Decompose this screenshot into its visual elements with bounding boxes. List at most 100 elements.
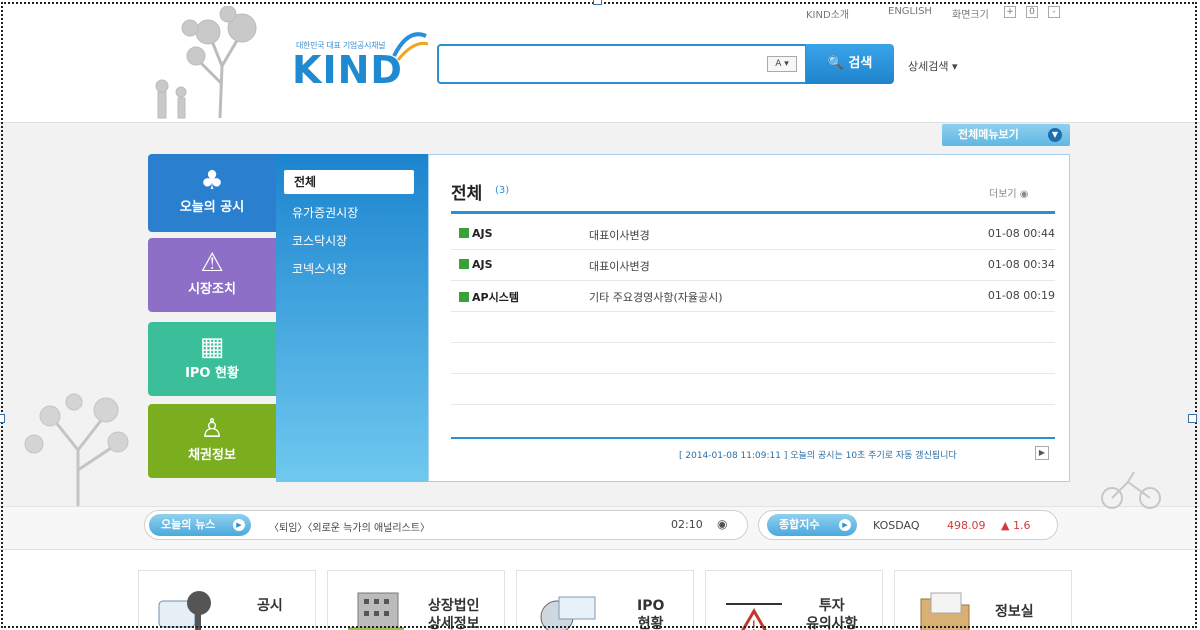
card-investment-caution[interactable]: ! 투자 유의사항 (705, 570, 883, 630)
card-label: 상장법인 상세정보 (428, 598, 480, 630)
submenu-item-all[interactable]: 전체 (284, 170, 414, 194)
selection-handle[interactable] (593, 0, 602, 5)
market-badge-icon (459, 292, 469, 302)
kind-intro-link[interactable]: KIND소개 (806, 6, 849, 21)
index-change: ▲ 1.6 (1001, 519, 1031, 532)
disclosure-time: 01-08 00:44 (987, 227, 1055, 240)
news-label: 오늘의 뉴스 (161, 518, 216, 531)
today-news-button[interactable]: 오늘의 뉴스 ▶ (149, 514, 251, 536)
panel-footer-divider (451, 437, 1055, 439)
table-row[interactable]: AJS 대표이사변경 01-08 00:34 (451, 250, 1055, 281)
tile-label: 채권정보 (188, 448, 236, 463)
auto-refresh-note: [ 2014-01-08 11:09:11 ] 오늘의 공시는 10초 주기로 … (679, 451, 957, 461)
building-icon (348, 592, 404, 630)
refresh-icon[interactable]: ◉ (717, 517, 727, 531)
tree-illustration (155, 6, 257, 119)
kind-logo[interactable]: KIND (292, 48, 403, 92)
empty-row (451, 343, 1055, 374)
card-label: 투자 유의사항 (806, 598, 858, 630)
disclosure-panel: 전체 (3) 더보기 ◉ AJS 대표이사변경 01-08 00:44 AJS … (428, 154, 1070, 482)
bicycle-illustration (1101, 471, 1161, 509)
index-label: 종합지수 (779, 518, 820, 531)
tile-label: 시장조치 (188, 282, 236, 297)
warning-icon: ! (726, 603, 782, 630)
tree-illustration (24, 393, 129, 506)
selection-handle[interactable] (0, 414, 5, 423)
zoom-in-icon[interactable]: + (1004, 6, 1016, 18)
circle-arrow-icon: ◉ (1019, 189, 1029, 200)
play-icon[interactable]: ▶ (1035, 446, 1049, 460)
zoom-out-icon[interactable]: - (1048, 6, 1060, 18)
market-badge-icon (459, 228, 469, 238)
keyboard-toggle[interactable]: A ▾ (767, 56, 797, 72)
stamp-icon: ♙ (200, 414, 224, 444)
search-button[interactable]: 🔍 검색 (806, 44, 894, 84)
tile-today-disclosure[interactable]: ♣ 오늘의 공시 (148, 154, 276, 232)
news-headline[interactable]: 〈퇴임〉〈외로운 늑가의 애널리스트〉 (269, 519, 430, 534)
card-ipo-status[interactable]: IPO 현황 (516, 570, 694, 630)
card-label: IPO 현황 (637, 598, 665, 630)
selection-handle[interactable] (1188, 414, 1197, 423)
more-label: 더보기 (989, 189, 1017, 200)
index-value: 498.09 (947, 519, 986, 532)
advanced-search-label: 상세검색 (908, 60, 949, 73)
arrow-right-icon: ▶ (233, 519, 245, 531)
card-listed-company[interactable]: 상장법인 상세정보 (327, 570, 505, 630)
company-name: AJS (459, 258, 493, 271)
submenu-label: 전체 (294, 175, 317, 189)
tile-bond-info[interactable]: ♙ 채권정보 (148, 404, 276, 478)
empty-row (451, 312, 1055, 343)
company-label: AP시스템 (472, 291, 519, 304)
company-name: AJS (459, 227, 493, 240)
disclosure-title: 대표이사변경 (589, 260, 650, 273)
search-button-label: 검색 (848, 56, 873, 71)
index-bar: 종합지수 ▶ KOSDAQ 498.09 ▲ 1.6 (758, 510, 1058, 540)
warning-icon: ⚠ (200, 248, 224, 278)
company-label: AJS (472, 258, 493, 271)
more-link[interactable]: 더보기 ◉ (989, 185, 1029, 200)
company-name: AP시스템 (459, 289, 519, 305)
card-info-room[interactable]: 정보실 (894, 570, 1072, 630)
all-menu-button[interactable]: 전체메뉴보기 ▼ (942, 124, 1070, 146)
panel-divider (451, 211, 1055, 214)
tile-market-action[interactable]: ⚠ 시장조치 (148, 238, 276, 312)
tile-ipo-status[interactable]: ▦ IPO 현황 (148, 322, 276, 396)
submenu-item-konex[interactable]: 코넥스시장 (292, 260, 347, 277)
news-time: 02:10 (671, 518, 703, 531)
arrow-right-icon: ▶ (839, 519, 851, 531)
card-disclosure[interactable]: 공시 (138, 570, 316, 630)
empty-row (451, 374, 1055, 405)
disclosure-time: 01-08 00:34 (987, 258, 1055, 271)
search-icon: 🔍 (827, 56, 844, 71)
advanced-search-link[interactable]: 상세검색 ▾ (908, 58, 958, 74)
disclosure-time: 01-08 00:19 (987, 289, 1055, 302)
megaphone-icon (158, 591, 211, 630)
disclosure-title: 대표이사변경 (589, 229, 650, 242)
market-badge-icon (459, 259, 469, 269)
zoom-reset-icon[interactable]: 0 (1026, 6, 1038, 18)
tile-label: IPO 현황 (185, 366, 239, 381)
submenu-item-kospi[interactable]: 유가증권시장 (292, 204, 358, 221)
globe-icon (540, 596, 596, 630)
panel-title: 전체 (451, 184, 483, 204)
card-label: 정보실 (995, 604, 1034, 620)
logo-swoosh-icon (392, 32, 429, 61)
building-icon: ▦ (199, 332, 225, 362)
chevron-down-icon: ▼ (1048, 128, 1062, 142)
all-menu-label: 전체메뉴보기 (958, 128, 1019, 141)
market-submenu: 전체 유가증권시장 코스닥시장 코넥스시장 (276, 154, 428, 482)
composite-index-button[interactable]: 종합지수 ▶ (767, 514, 857, 536)
submenu-item-kosdaq[interactable]: 코스닥시장 (292, 232, 347, 249)
tile-label: 오늘의 공시 (179, 200, 245, 215)
index-name: KOSDAQ (873, 519, 920, 532)
table-row[interactable]: AJS 대표이사변경 01-08 00:44 (451, 219, 1055, 250)
panel-count: (3) (495, 185, 510, 196)
search-box: A ▾ (437, 44, 807, 84)
card-label: 공시 (257, 598, 283, 614)
search-input[interactable] (445, 47, 765, 81)
table-row[interactable]: AP시스템 기타 주요경영사항(자율공시) 01-08 00:19 (451, 281, 1055, 312)
disclosure-title: 기타 주요경영사항(자율공시) (589, 291, 723, 304)
speaker-icon: ♣ (200, 166, 224, 196)
keyboard-label: A (775, 59, 782, 69)
english-link[interactable]: ENGLISH (888, 6, 932, 17)
